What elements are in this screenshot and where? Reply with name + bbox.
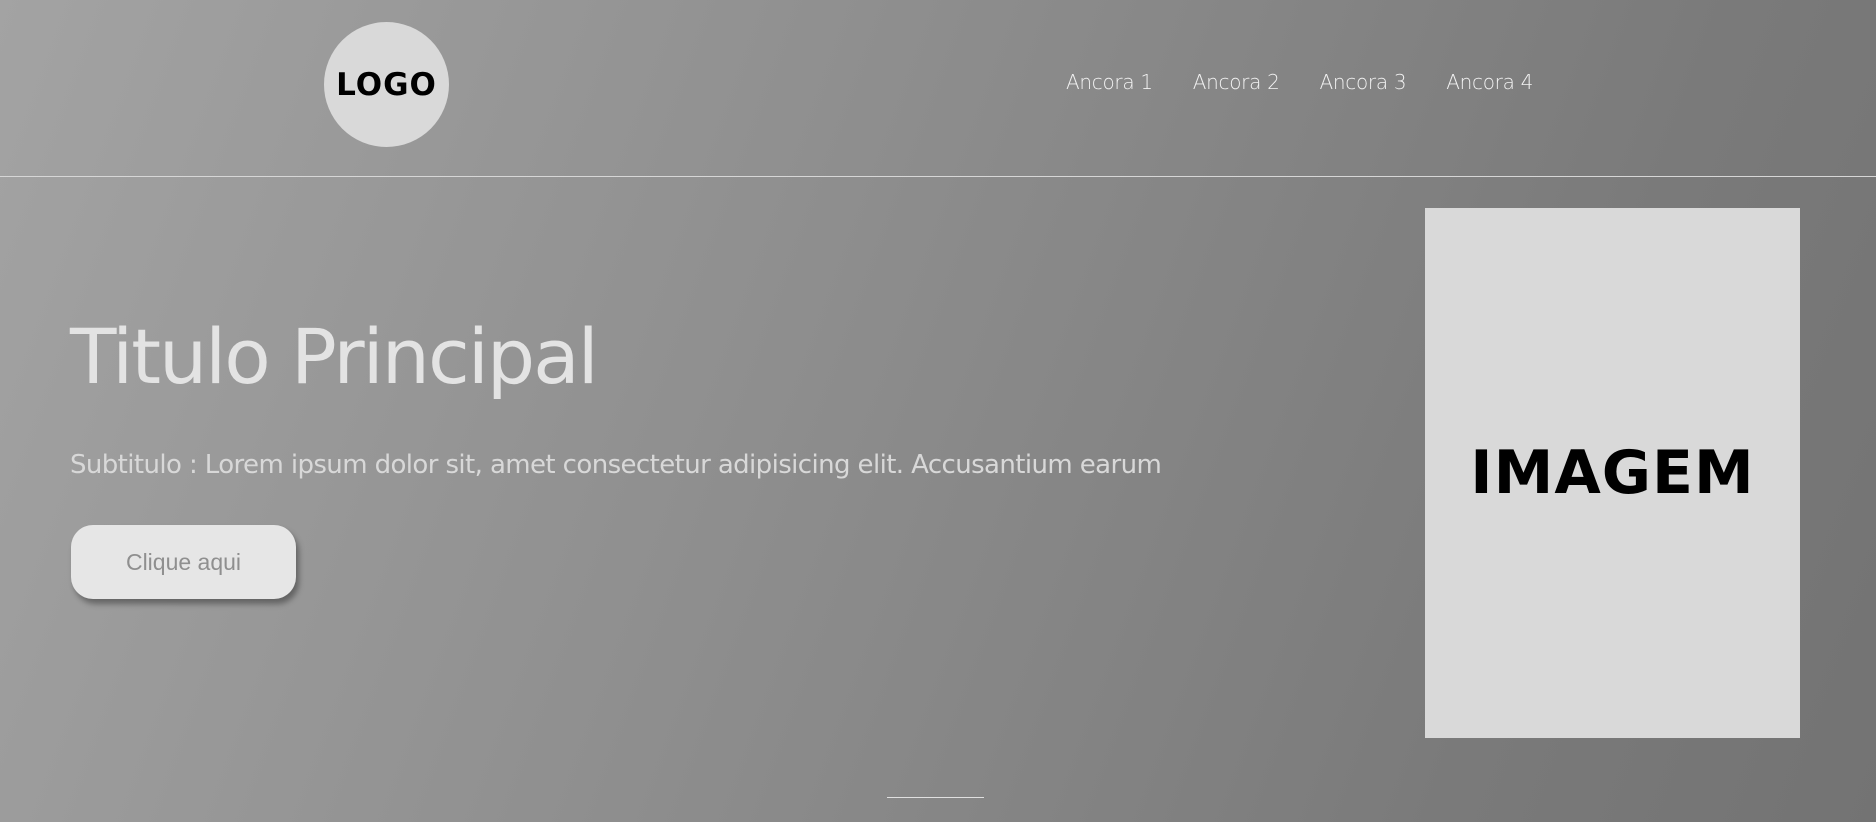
main-nav: Ancora 1 Ancora 2 Ancora 3 Ancora 4 <box>1066 70 1573 94</box>
logo-text: LOGO <box>336 66 437 103</box>
nav-link-ancora-2[interactable]: Ancora 2 <box>1193 70 1280 94</box>
logo[interactable]: LOGO <box>324 22 449 147</box>
image-placeholder-text: IMAGEM <box>1470 438 1755 508</box>
hero-title: Titulo Principal <box>70 312 599 401</box>
hero-image-placeholder: IMAGEM <box>1425 208 1800 738</box>
nav-link-ancora-4[interactable]: Ancora 4 <box>1446 70 1533 94</box>
hero-subtitle: Subtitulo : Lorem ipsum dolor sit, amet … <box>70 450 1162 480</box>
cta-button[interactable]: Clique aqui <box>71 525 296 599</box>
site-header: LOGO Ancora 1 Ancora 2 Ancora 3 Ancora 4 <box>0 0 1876 177</box>
bottom-divider <box>887 797 984 798</box>
nav-link-ancora-1[interactable]: Ancora 1 <box>1066 70 1153 94</box>
nav-link-ancora-3[interactable]: Ancora 3 <box>1320 70 1407 94</box>
